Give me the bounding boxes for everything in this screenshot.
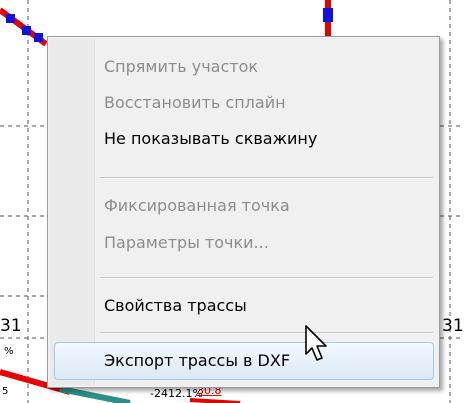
context-menu: Спрямить участок Восстановить сплайн Не … bbox=[47, 36, 440, 388]
trace-point bbox=[6, 14, 15, 23]
depth-label: 5 bbox=[2, 386, 9, 397]
menu-item-straighten-section[interactable]: Спрямить участок bbox=[104, 50, 258, 84]
percent-label: % bbox=[4, 346, 14, 357]
menu-separator bbox=[100, 177, 433, 179]
menu-item-point-parameters[interactable]: Параметры точки... bbox=[104, 226, 269, 260]
axis-value-label: 31 bbox=[0, 316, 22, 336]
menu-item-trace-properties[interactable]: Свойства трассы bbox=[104, 289, 247, 323]
menu-item-hide-well[interactable]: Не показывать скважину bbox=[104, 122, 317, 156]
menu-item-restore-spline[interactable]: Восстановить сплайн bbox=[104, 86, 286, 120]
menu-item-fixed-point[interactable]: Фиксированная точка bbox=[104, 189, 290, 223]
menu-icon-gutter bbox=[50, 39, 95, 385]
axis-value-label: 31 bbox=[442, 316, 464, 336]
arrow-cursor-icon bbox=[305, 325, 327, 361]
trace-point bbox=[34, 33, 43, 42]
menu-item-export-dxf[interactable]: Экспорт трассы в DXF bbox=[104, 344, 290, 378]
trace-point bbox=[323, 8, 333, 22]
menu-separator bbox=[100, 332, 433, 334]
percent-value-label: -2412.1% bbox=[150, 387, 203, 400]
menu-separator bbox=[100, 277, 433, 279]
trace-point bbox=[22, 26, 31, 35]
trace-segment bbox=[59, 386, 131, 403]
